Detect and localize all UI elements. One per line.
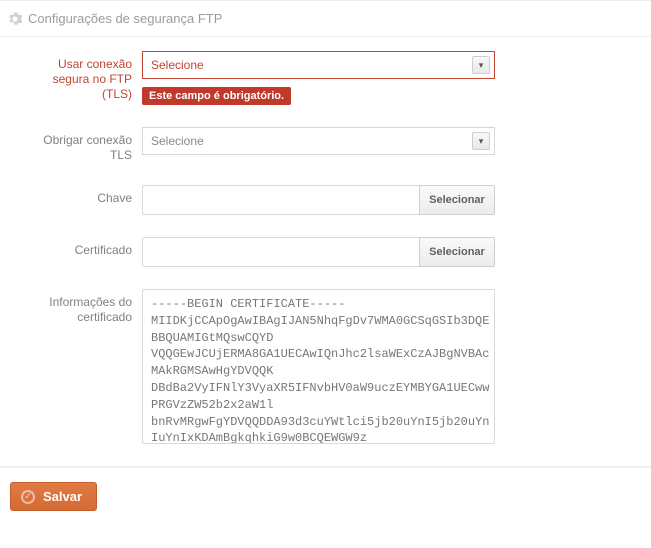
check-icon: ✓ (21, 490, 35, 504)
certificate-input[interactable] (142, 237, 419, 267)
error-message: Este campo é obrigatório. (142, 87, 291, 105)
file-field-certificate: Selecionar (142, 237, 495, 267)
select-secure-connection[interactable]: Selecione ▾ (142, 51, 495, 79)
label-key: Chave (22, 185, 142, 206)
key-input[interactable] (142, 185, 419, 215)
row-key: Chave Selecionar (22, 185, 629, 215)
label-cert-info: Informações do certificado (22, 289, 142, 325)
save-button[interactable]: ✓ Salvar (10, 482, 97, 511)
chevron-down-icon[interactable]: ▾ (472, 56, 490, 74)
row-secure-connection: Usar conexão segura no FTP (TLS) Selecio… (22, 51, 629, 105)
select-secure-connection-value: Selecione (151, 58, 204, 72)
gear-icon (8, 12, 22, 26)
save-button-label: Salvar (43, 489, 82, 504)
panel-header: Configurações de segurança FTP (0, 1, 651, 37)
label-secure-connection: Usar conexão segura no FTP (TLS) (22, 51, 142, 102)
panel-footer: ✓ Salvar (0, 467, 651, 531)
chevron-down-icon[interactable]: ▾ (472, 132, 490, 150)
row-require-tls: Obrigar conexão TLS Selecione ▾ (22, 127, 629, 163)
label-require-tls: Obrigar conexão TLS (22, 127, 142, 163)
file-field-key: Selecionar (142, 185, 495, 215)
label-certificate: Certificado (22, 237, 142, 258)
row-certificate: Certificado Selecionar (22, 237, 629, 267)
form-body: Usar conexão segura no FTP (TLS) Selecio… (0, 37, 651, 467)
key-select-button[interactable]: Selecionar (419, 185, 495, 215)
certificate-select-button[interactable]: Selecionar (419, 237, 495, 267)
panel-title: Configurações de segurança FTP (28, 11, 222, 26)
row-cert-info: Informações do certificado (22, 289, 629, 444)
select-require-tls[interactable]: Selecione ▾ (142, 127, 495, 155)
cert-info-textarea[interactable] (142, 289, 495, 444)
ftp-security-panel: Configurações de segurança FTP Usar cone… (0, 0, 651, 531)
select-require-tls-value: Selecione (151, 134, 204, 148)
